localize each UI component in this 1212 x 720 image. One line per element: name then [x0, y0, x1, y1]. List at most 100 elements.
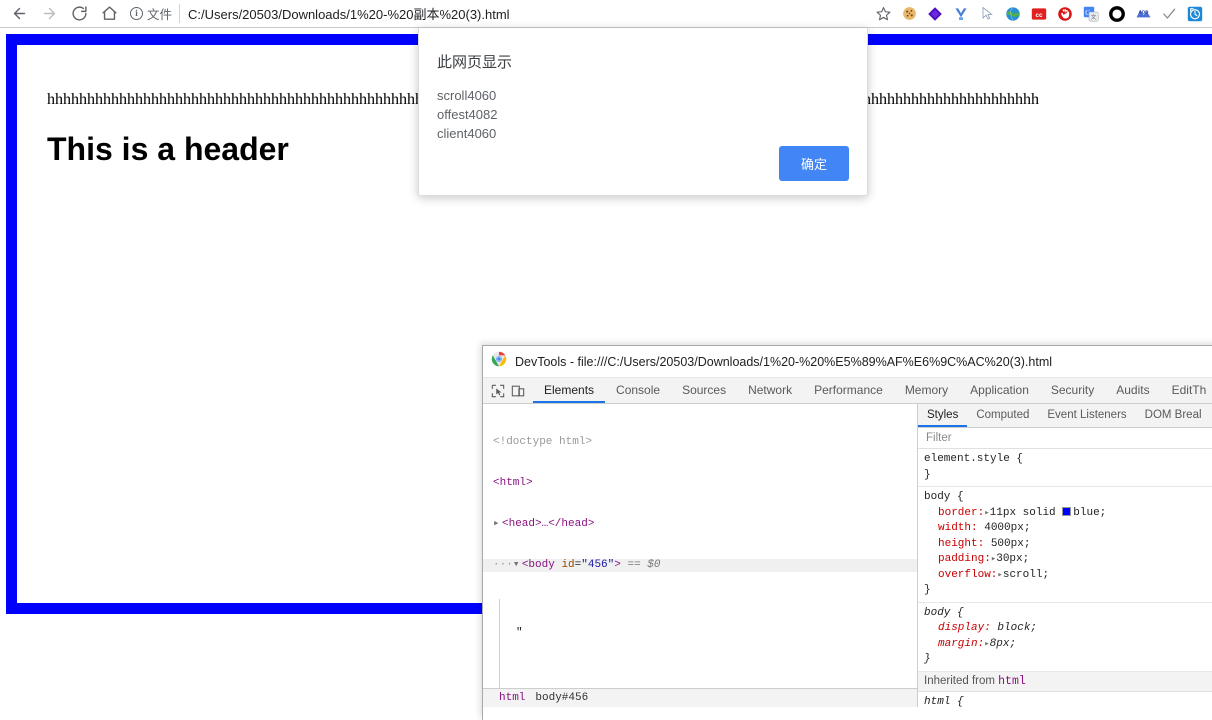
svg-text:cc: cc: [1035, 11, 1043, 18]
google-translate-icon[interactable]: G文: [1078, 1, 1104, 27]
site-info[interactable]: i 文件: [130, 4, 181, 23]
styles-filter-input[interactable]: Filter: [918, 428, 1212, 449]
css-close-brace: }: [924, 584, 931, 596]
dom-line-doctype: <!doctype html>: [483, 436, 917, 450]
screen: i 文件 C:/Users/20503/Downloads/1%20-%20副本…: [0, 0, 1212, 720]
info-icon: i: [130, 7, 143, 20]
html-open-tag: <html>: [493, 476, 533, 489]
css-value: 30px;: [996, 553, 1030, 565]
forward-icon[interactable]: [34, 1, 64, 27]
tab-network[interactable]: Network: [737, 378, 803, 403]
dom-tree-panel[interactable]: <!doctype html> <html> ▸ <head>…</head> ·…: [483, 404, 918, 707]
history-clock-icon[interactable]: [1182, 1, 1208, 27]
tab-editthis[interactable]: EditTh: [1161, 378, 1212, 403]
dom-line-html-open[interactable]: <html>: [483, 477, 917, 491]
cc-extension-icon[interactable]: cc: [1026, 1, 1052, 27]
browser-toolbar: i 文件 C:/Users/20503/Downloads/1%20-%20副本…: [0, 0, 1212, 28]
css-rule-html-useragent[interactable]: u html { color: -internal-root-color; }: [918, 692, 1212, 708]
dom-line-body-open[interactable]: ···▾ <body id="456"> == $0: [483, 558, 917, 573]
tab-security[interactable]: Security: [1040, 378, 1105, 403]
css-property: height:: [938, 537, 985, 550]
doctype-text: <!doctype html>: [493, 436, 593, 449]
css-value: 8px;: [989, 637, 1017, 650]
inherited-label: Inherited from: [924, 674, 995, 687]
adblock-icon[interactable]: ADB: [1130, 1, 1156, 27]
tab-audits[interactable]: Audits: [1105, 378, 1160, 403]
css-declaration[interactable]: margin:▸8px;: [924, 637, 1212, 653]
tab-console[interactable]: Console: [605, 378, 671, 403]
url-text: C:/Users/20503/Downloads/1%20-%20副本%20(3…: [188, 7, 510, 22]
dom-line-quote: ": [506, 627, 917, 641]
css-declaration[interactable]: width: 4000px;: [924, 521, 1212, 537]
tab-event-listeners[interactable]: Event Listeners: [1038, 404, 1135, 427]
tab-computed[interactable]: Computed: [967, 404, 1038, 427]
devtools-window: DevTools - file:///C:/Users/20503/Downlo…: [482, 345, 1212, 720]
opera-ring-icon[interactable]: [1104, 1, 1130, 27]
css-property: width:: [938, 522, 978, 534]
dom-line-blank: [506, 667, 917, 681]
inherited-from-row: Inherited from html: [918, 671, 1212, 692]
overflow-ellipsis-icon: ···: [493, 558, 513, 571]
home-icon[interactable]: [94, 1, 124, 27]
tab-application[interactable]: Application: [959, 378, 1040, 403]
body-attr-name: id: [561, 558, 575, 571]
tab-performance[interactable]: Performance: [803, 378, 894, 403]
back-icon[interactable]: [4, 1, 34, 27]
dom-tree: <!doctype html> <html> ▸ <head>…</head> ·…: [483, 404, 917, 707]
javascript-alert-dialog: 此网页显示 scroll4060 offest4082 client4060 确…: [418, 28, 868, 196]
css-declaration[interactable]: height: 500px;: [924, 537, 1212, 553]
checkmark-extension-icon[interactable]: [1156, 1, 1182, 27]
body-open-tag: <body: [521, 558, 555, 571]
css-property: padding:: [938, 553, 991, 565]
css-value: 4000px;: [984, 522, 1031, 534]
extension-icons: cc G文 ADB: [896, 1, 1212, 27]
address-bar[interactable]: i 文件 C:/Users/20503/Downloads/1%20-%20副本…: [130, 3, 866, 25]
collapse-triangle-icon[interactable]: ▾: [513, 559, 522, 573]
css-selector: body {: [924, 491, 964, 503]
reload-icon[interactable]: [64, 1, 94, 27]
expand-triangle-icon[interactable]: ▸: [493, 518, 502, 532]
expand-triangle-icon[interactable]: ▸: [984, 508, 989, 518]
head-tag: <head>…</head>: [502, 517, 595, 530]
cookie-icon[interactable]: [896, 1, 922, 27]
inherited-source-tag[interactable]: html: [998, 675, 1026, 688]
dom-line-head[interactable]: ▸ <head>…</head>: [483, 518, 917, 532]
diamond-extension-icon[interactable]: [922, 1, 948, 27]
tab-styles[interactable]: Styles: [918, 404, 968, 427]
dialog-ok-button[interactable]: 确定: [778, 146, 849, 181]
navigation-buttons: [0, 1, 124, 27]
devtools-titlebar: DevTools - file:///C:/Users/20503/Downlo…: [483, 346, 1212, 378]
dialog-message: scroll4060 offest4082 client4060: [437, 86, 849, 143]
v-extension-icon[interactable]: [948, 1, 974, 27]
css-declaration[interactable]: overflow:▸scroll;: [924, 568, 1212, 584]
tab-elements[interactable]: Elements: [533, 378, 606, 403]
css-declaration[interactable]: border:▸11px solid blue;: [924, 506, 1212, 522]
css-rule-element-style[interactable]: element.style { }: [918, 449, 1212, 487]
breadcrumb-item-body[interactable]: body#456: [535, 692, 588, 704]
selected-node-marker: == $0: [627, 558, 661, 571]
stop-extension-icon[interactable]: [1052, 1, 1078, 27]
devtools-panel-tabs: Elements Console Sources Network Perform…: [533, 378, 1212, 403]
tab-memory[interactable]: Memory: [894, 378, 959, 403]
device-toolbar-icon[interactable]: [509, 382, 527, 400]
bookmark-star-icon[interactable]: [870, 6, 896, 21]
cursor-extension-icon[interactable]: [974, 1, 1000, 27]
css-rule-body-author[interactable]: body { border:▸11px solid blue; width: 4…: [918, 487, 1212, 603]
css-value: 500px;: [990, 537, 1031, 550]
tab-dom-breakpoints[interactable]: DOM Breal: [1136, 404, 1211, 427]
css-close-brace: }: [924, 468, 931, 481]
text-node-quote: ": [516, 626, 523, 639]
globe-extension-icon[interactable]: [1000, 1, 1026, 27]
dialog-message-line: offest4082: [437, 107, 498, 122]
inspect-element-icon[interactable]: [489, 382, 507, 400]
css-value-border: 11px solid blue;: [989, 506, 1107, 519]
breadcrumb-item-html[interactable]: html: [499, 692, 525, 704]
tab-sources[interactable]: Sources: [671, 378, 737, 403]
color-swatch[interactable]: [1062, 506, 1072, 516]
css-value: scroll;: [1002, 568, 1050, 581]
css-rule-body-useragent[interactable]: u body { display: block; margin:▸8px; }: [918, 603, 1212, 672]
css-property: border:: [938, 506, 985, 519]
css-declaration[interactable]: padding:▸30px;: [924, 552, 1212, 568]
css-selector: body {: [924, 606, 964, 619]
css-declaration[interactable]: display: block;: [924, 621, 1212, 637]
